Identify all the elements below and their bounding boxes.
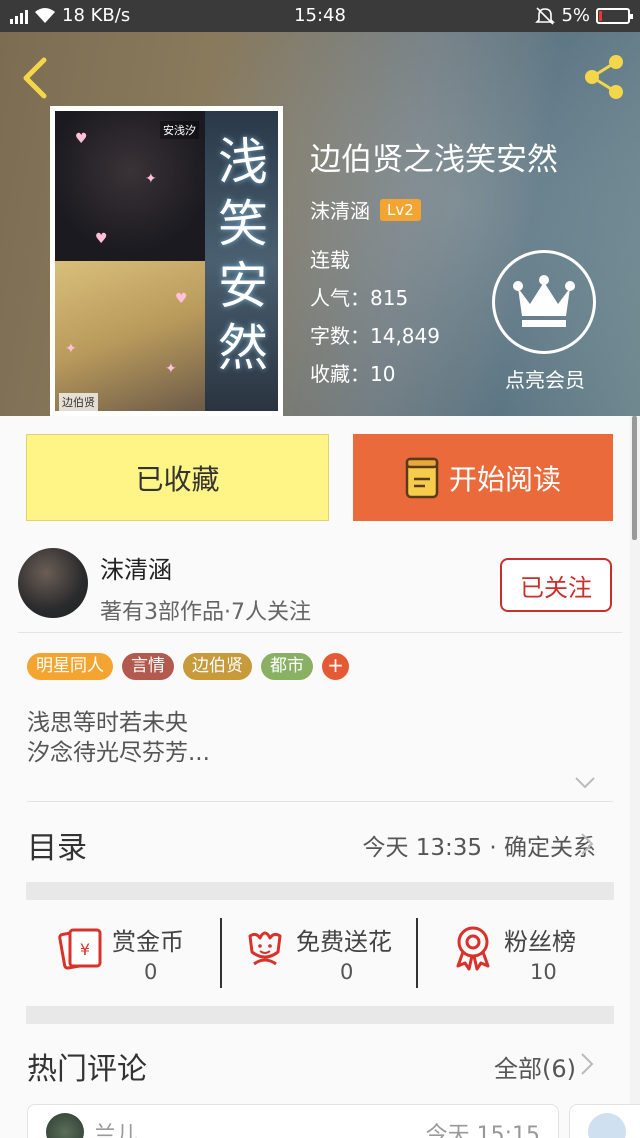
commenter-name: 兰儿 bbox=[94, 1123, 139, 1138]
scrollbar[interactable] bbox=[630, 416, 640, 1138]
stat-label: 免费送花 bbox=[296, 928, 392, 956]
start-reading-label: 开始阅读 bbox=[448, 462, 561, 496]
favorite-count: 收藏：10 bbox=[310, 362, 396, 386]
star-icon: ✦ bbox=[165, 361, 177, 377]
commenter-avatar[interactable] bbox=[46, 1113, 84, 1138]
cover-name-bottom: 边伯贤 bbox=[59, 393, 98, 411]
follow-button[interactable]: 已关注 bbox=[500, 558, 612, 612]
serial-status: 连载 bbox=[310, 248, 350, 272]
separator bbox=[220, 918, 222, 988]
vip-button[interactable] bbox=[492, 250, 596, 354]
expand-chevron-icon[interactable] bbox=[574, 776, 596, 790]
status-bar: 18 KB/s 15:48 5% bbox=[0, 0, 640, 32]
detail-card bbox=[0, 416, 630, 1138]
cover-photo-male bbox=[55, 261, 205, 411]
level-badge: Lv2 bbox=[380, 198, 421, 221]
reward-coins[interactable]: ¥ 赏金币 0 bbox=[56, 918, 216, 988]
popularity: 人气：815 bbox=[310, 286, 409, 310]
tag-chip[interactable]: 都市 bbox=[261, 653, 313, 680]
stat-label: 赏金币 bbox=[112, 928, 184, 956]
share-icon[interactable] bbox=[582, 52, 628, 102]
stat-value: 0 bbox=[144, 960, 158, 984]
cover-name-top: 安浅汐 bbox=[160, 121, 199, 139]
crown-icon bbox=[513, 275, 575, 327]
battery-icon bbox=[596, 7, 633, 24]
svg-text:¥: ¥ bbox=[80, 940, 90, 959]
start-reading-button[interactable]: 开始阅读 bbox=[353, 434, 613, 521]
separator bbox=[416, 918, 418, 988]
comment-card[interactable]: 兰儿 今天 15:15 bbox=[27, 1104, 559, 1138]
tag-chip[interactable]: 明星同人 bbox=[27, 653, 113, 680]
fan-ranking[interactable]: 粉丝榜 10 bbox=[448, 918, 598, 988]
back-arrow-icon[interactable] bbox=[16, 56, 56, 100]
toc-latest-chapter[interactable]: 今天 13:35 · 确定关系 bbox=[362, 828, 596, 862]
profile-name[interactable]: 沫清涵 bbox=[100, 550, 172, 585]
toc-label[interactable]: 目录 bbox=[27, 823, 87, 867]
status-right: 5% bbox=[535, 5, 633, 26]
free-flowers[interactable]: 免费送花 0 bbox=[240, 918, 410, 988]
tag-chip[interactable]: 边伯贤 bbox=[183, 653, 252, 680]
favorite-button[interactable]: 已收藏 bbox=[26, 434, 329, 521]
battery-percent: 5% bbox=[561, 5, 590, 26]
chevron-right-icon[interactable] bbox=[580, 1052, 594, 1076]
section-divider bbox=[26, 882, 614, 900]
comment-time: 今天 15:15 bbox=[425, 1123, 540, 1138]
cover-title: 浅笑安然 bbox=[218, 133, 268, 377]
heart-icon: ♥ bbox=[175, 291, 188, 307]
book-title: 边伯贤之浅笑安然 bbox=[310, 142, 558, 178]
book-header: 浅笑安然 安浅汐 边伯贤 ♥ ✦ ♥ ♥ ✦ ✦ 边伯贤之浅笑安然 沫清涵 Lv… bbox=[0, 32, 640, 416]
star-icon: ✦ bbox=[145, 171, 157, 187]
all-comments-link[interactable]: 全部(6) bbox=[494, 1049, 576, 1084]
medal-icon bbox=[456, 926, 490, 971]
hot-comments-label: 热门评论 bbox=[27, 1052, 147, 1087]
red-envelope-icon: ¥ bbox=[58, 928, 102, 970]
section-divider bbox=[26, 1006, 614, 1024]
commenter-avatar[interactable] bbox=[588, 1113, 626, 1138]
tag-chip[interactable]: 言情 bbox=[122, 653, 174, 680]
star-icon: ✦ bbox=[65, 341, 77, 357]
flower-icon bbox=[248, 931, 282, 966]
divider bbox=[18, 632, 622, 633]
tag-list: 明星同人 言情 边伯贤 都市 + bbox=[27, 653, 349, 680]
add-tag-button[interactable]: + bbox=[322, 653, 349, 680]
chevron-right-icon[interactable] bbox=[580, 832, 594, 856]
stat-label: 粉丝榜 bbox=[504, 928, 576, 956]
description-line: 浅思等时若未央 bbox=[27, 710, 188, 736]
mute-bell-icon bbox=[535, 6, 556, 25]
heart-icon: ♥ bbox=[75, 131, 88, 147]
profile-subtitle: 著有3部作品·7人关注 bbox=[100, 600, 311, 625]
divider bbox=[27, 801, 613, 802]
author-name[interactable]: 沫清涵 bbox=[310, 195, 370, 224]
description-line: 汐念待光尽芬芳... bbox=[27, 740, 210, 766]
author-row[interactable]: 沫清涵 Lv2 bbox=[310, 195, 421, 224]
author-avatar[interactable] bbox=[18, 548, 88, 618]
stat-value: 10 bbox=[530, 960, 557, 984]
book-cover[interactable]: 浅笑安然 安浅汐 边伯贤 ♥ ✦ ♥ ♥ ✦ ✦ bbox=[50, 106, 283, 416]
stat-value: 0 bbox=[340, 960, 354, 984]
comment-card[interactable] bbox=[569, 1104, 640, 1138]
vip-label[interactable]: 点亮会员 bbox=[490, 364, 600, 393]
heart-icon: ♥ bbox=[95, 231, 108, 247]
book-icon bbox=[405, 457, 439, 498]
word-count: 字数：14,849 bbox=[310, 324, 440, 348]
book-description[interactable]: 浅思等时若未央 汐念待光尽芬芳... bbox=[27, 708, 210, 768]
